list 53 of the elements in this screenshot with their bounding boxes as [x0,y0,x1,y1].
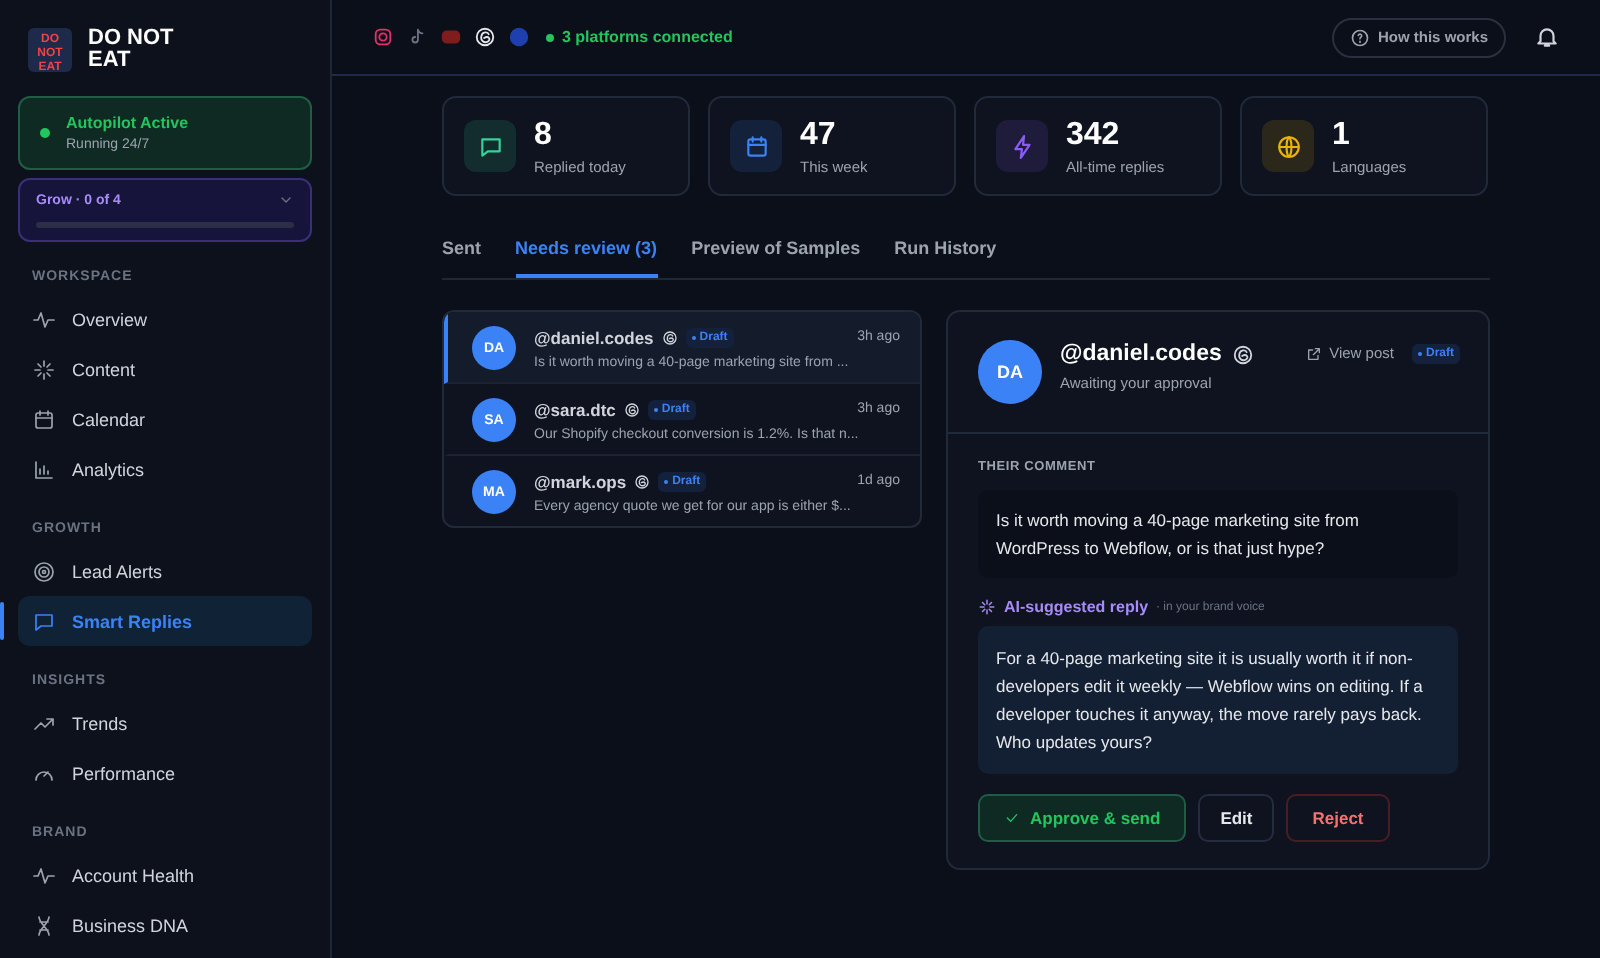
username: @daniel.codes [534,327,654,347]
lightning-icon [1009,133,1035,159]
threads-icon [634,473,651,489]
target-icon [32,559,56,583]
nav-item[interactable]: Account Health [18,850,312,900]
pulse-icon [32,307,56,331]
dna-icon [32,913,56,937]
brand-name: DO NOT EAT [88,28,176,72]
autopilot-title: Autopilot Active [66,114,189,132]
external-link-icon [1305,345,1322,361]
username: @sara.dtc [534,399,616,419]
tab[interactable]: Run History [894,238,997,278]
tab[interactable]: Preview of Samples [691,238,861,278]
check-icon [1004,810,1020,826]
globe-icon [1275,133,1301,159]
nav-item[interactable]: Performance [18,748,312,798]
reject-button[interactable]: Reject [1286,794,1390,842]
calendar-icon [32,407,56,431]
sparkle-icon [32,357,56,381]
stat-value: 1 [1332,117,1352,153]
avatar: DA [978,340,1042,404]
tab[interactable]: Sent [442,238,482,278]
threads-icon [623,401,640,417]
suggested-reply: For a 40-page marketing site it is usually worth it if non-developers edit it weekly — Webflow wins on editing. If a developer touches it anyway, the move rarely pays back. Who updates yours? [978,626,1458,774]
connection-status: 3 platforms connected [546,28,733,46]
chat-bubble-icon [477,133,503,159]
nav-item[interactable]: Business DNA [18,900,312,950]
calendar-icon [743,133,769,159]
pulse-icon [32,863,56,887]
nav-item[interactable]: Overview [18,294,312,344]
nav-item[interactable]: Content [18,344,312,394]
threads-icon [661,329,678,345]
help-icon [1349,27,1370,47]
comment-text: Is it worth moving a 40-page marketing site from WordPress to Webflow, or is that just hype? [978,490,1458,578]
stat-value: 8 [534,117,554,153]
bell-icon[interactable] [1534,24,1560,50]
nav-item[interactable]: Trends [18,698,312,748]
username: @mark.ops [534,471,627,491]
stat-value: 342 [1066,117,1122,153]
chat-bubble-icon [32,609,56,633]
bar-chart-icon [32,457,56,481]
sparkle-icon [978,598,996,616]
nav-item[interactable]: Calendar [18,394,312,444]
stat-value: 47 [800,117,838,153]
threads-icon [1231,343,1254,365]
approve-button[interactable]: Approve & send [978,794,1187,842]
chevron-down-icon [278,192,294,208]
ai-reply-heading: AI-suggested reply [1004,598,1149,616]
nav-item[interactable]: Lead Alerts [18,546,312,596]
nav-item[interactable]: Analytics [18,444,312,494]
tab[interactable]: Needs review (3) [515,238,658,278]
edit-button[interactable]: Edit [1198,794,1275,842]
username: @daniel.codes [1060,342,1222,366]
